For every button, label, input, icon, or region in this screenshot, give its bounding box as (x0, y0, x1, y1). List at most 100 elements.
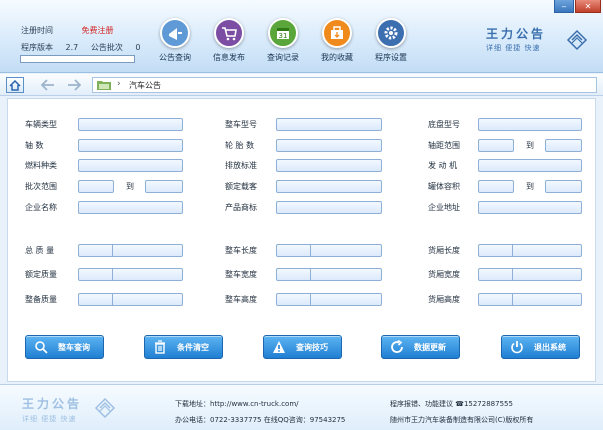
cargo-length-input[interactable] (478, 244, 582, 257)
wheelbase-to-input[interactable] (545, 139, 582, 152)
footer-brand-title: 王力公告 (22, 397, 83, 411)
home-icon (9, 79, 21, 91)
rated-mass-label: 额定质量 (25, 270, 57, 279)
engine-input[interactable] (478, 159, 582, 172)
vehicle-type-input[interactable] (78, 118, 183, 131)
folder-icon (97, 80, 111, 92)
button-label: 条件清空 (177, 342, 209, 352)
nav-info-publish[interactable]: 信息发布 (202, 18, 256, 63)
footer-logo-icon (94, 397, 116, 421)
toolbar: › 汽车公告 (0, 74, 603, 96)
emission-standard-input[interactable] (276, 159, 382, 172)
home-button[interactable] (6, 77, 24, 93)
nav-label: 我的收藏 (321, 53, 353, 62)
cargo-length-label: 货厢长度 (428, 246, 460, 255)
query-tips-button[interactable]: 查询技巧 (263, 335, 342, 359)
footer-brand-subtitle: 详细 便捷 快速 (22, 415, 77, 423)
company-address-input[interactable] (478, 201, 582, 214)
vehicle-model-input[interactable] (276, 118, 382, 131)
footer: 王力公告 详细 便捷 快速 下载地址：http://www.cn-truck.c… (0, 384, 603, 430)
vehicle-width-input[interactable] (276, 268, 382, 281)
version-label: 程序版本 (21, 43, 53, 52)
cart-icon (214, 18, 244, 48)
close-button[interactable]: ✕ (575, 0, 601, 13)
main-nav: 公告查询 信息发布 31 查询记录 我的收藏 程序设置 (148, 18, 418, 63)
product-trademark-input[interactable] (276, 201, 382, 214)
nav-label: 查询记录 (267, 53, 299, 62)
announcement-icon (160, 18, 190, 48)
search-icon (34, 340, 48, 354)
vehicle-width-label: 整车宽度 (225, 270, 257, 279)
clear-conditions-button[interactable]: 条件清空 (144, 335, 223, 359)
rated-passengers-label: 额定载客 (225, 182, 257, 191)
button-label: 整车查询 (58, 342, 90, 352)
favorites-icon (322, 18, 352, 48)
search-form: 车辆类型 轴 数 燃料种类 批次范围 到 企业名称 整车型号 轮 胎 数 排放标… (7, 98, 596, 382)
tank-volume-from-input[interactable] (478, 180, 514, 193)
curb-mass-label: 整备质量 (25, 295, 57, 304)
vehicle-length-label: 整车长度 (225, 246, 257, 255)
footer-brand: 王力公告 详细 便捷 快速 (22, 395, 82, 424)
brand-subtitle: 详细 便捷 快速 (486, 44, 541, 52)
nav-query-history[interactable]: 31 查询记录 (256, 18, 310, 63)
vehicle-height-input[interactable] (276, 293, 382, 306)
address-bar[interactable]: › 汽车公告 (92, 77, 597, 93)
tank-volume-label: 罐体容积 (428, 182, 460, 191)
cargo-height-input[interactable] (478, 293, 582, 306)
reg-time-label: 注册时间 (21, 26, 53, 35)
engine-label: 发 动 机 (428, 161, 458, 170)
wheelbase-from-input[interactable] (478, 139, 514, 152)
forward-button[interactable] (66, 77, 82, 93)
gear-icon (376, 18, 406, 48)
cargo-width-input[interactable] (478, 268, 582, 281)
nav-label: 程序设置 (375, 53, 407, 62)
company-address-label: 企业地址 (428, 203, 460, 212)
trash-icon (153, 340, 167, 354)
wheelbase-range-label: 轴距范围 (428, 141, 460, 150)
batch-range-from-input[interactable] (78, 180, 114, 193)
fuel-type-input[interactable] (78, 159, 183, 172)
button-label: 查询技巧 (296, 342, 328, 352)
data-update-button[interactable]: 数据更新 (381, 335, 460, 359)
logo-icon (566, 29, 588, 53)
exit-system-button[interactable]: 退出系统 (501, 335, 580, 359)
tire-count-input[interactable] (276, 139, 382, 152)
tank-volume-to-input[interactable] (545, 180, 582, 193)
program-info: 注册时间 免费注册 程序版本 2.7 公告批次 0 (21, 22, 140, 56)
vehicle-length-input[interactable] (276, 244, 382, 257)
emission-standard-label: 排放标准 (225, 161, 257, 170)
nav-settings[interactable]: 程序设置 (364, 18, 418, 63)
rated-passengers-input[interactable] (276, 180, 382, 193)
svg-text:31: 31 (279, 32, 288, 40)
company-name-label: 企业名称 (25, 203, 57, 212)
product-trademark-label: 产品商标 (225, 203, 257, 212)
nav-my-favorites[interactable]: 我的收藏 (310, 18, 364, 63)
nav-label: 公告查询 (159, 53, 191, 62)
vehicle-height-label: 整车高度 (225, 295, 257, 304)
vehicle-type-label: 车辆类型 (25, 120, 57, 129)
vehicle-search-button[interactable]: 整车查询 (25, 335, 104, 359)
chassis-model-label: 底盘型号 (428, 120, 460, 129)
refresh-icon (390, 340, 404, 354)
tank-volume-to-label: 到 (526, 182, 534, 191)
axle-count-input[interactable] (78, 139, 183, 152)
download-url[interactable]: 下载地址：http://www.cn-truck.com/ (175, 399, 299, 409)
batch-range-to-input[interactable] (145, 180, 183, 193)
batch-value: 0 (135, 43, 141, 52)
minimize-button[interactable]: ‒ (554, 0, 574, 13)
back-button[interactable] (40, 77, 56, 93)
company-name-input[interactable] (78, 201, 183, 214)
chassis-model-input[interactable] (478, 118, 582, 131)
total-mass-label: 总 质 量 (25, 246, 55, 255)
free-register-link[interactable]: 免费注册 (82, 26, 114, 35)
vehicle-model-label: 整车型号 (225, 120, 257, 129)
nav-label: 信息发布 (213, 53, 245, 62)
axle-count-label: 轴 数 (25, 141, 44, 150)
rated-mass-input[interactable] (78, 268, 183, 281)
nav-announcement-query[interactable]: 公告查询 (148, 18, 202, 63)
total-mass-input[interactable] (78, 244, 183, 257)
button-label: 退出系统 (534, 342, 566, 352)
fuel-type-label: 燃料种类 (25, 161, 57, 170)
tire-count-label: 轮 胎 数 (225, 141, 255, 150)
curb-mass-input[interactable] (78, 293, 183, 306)
